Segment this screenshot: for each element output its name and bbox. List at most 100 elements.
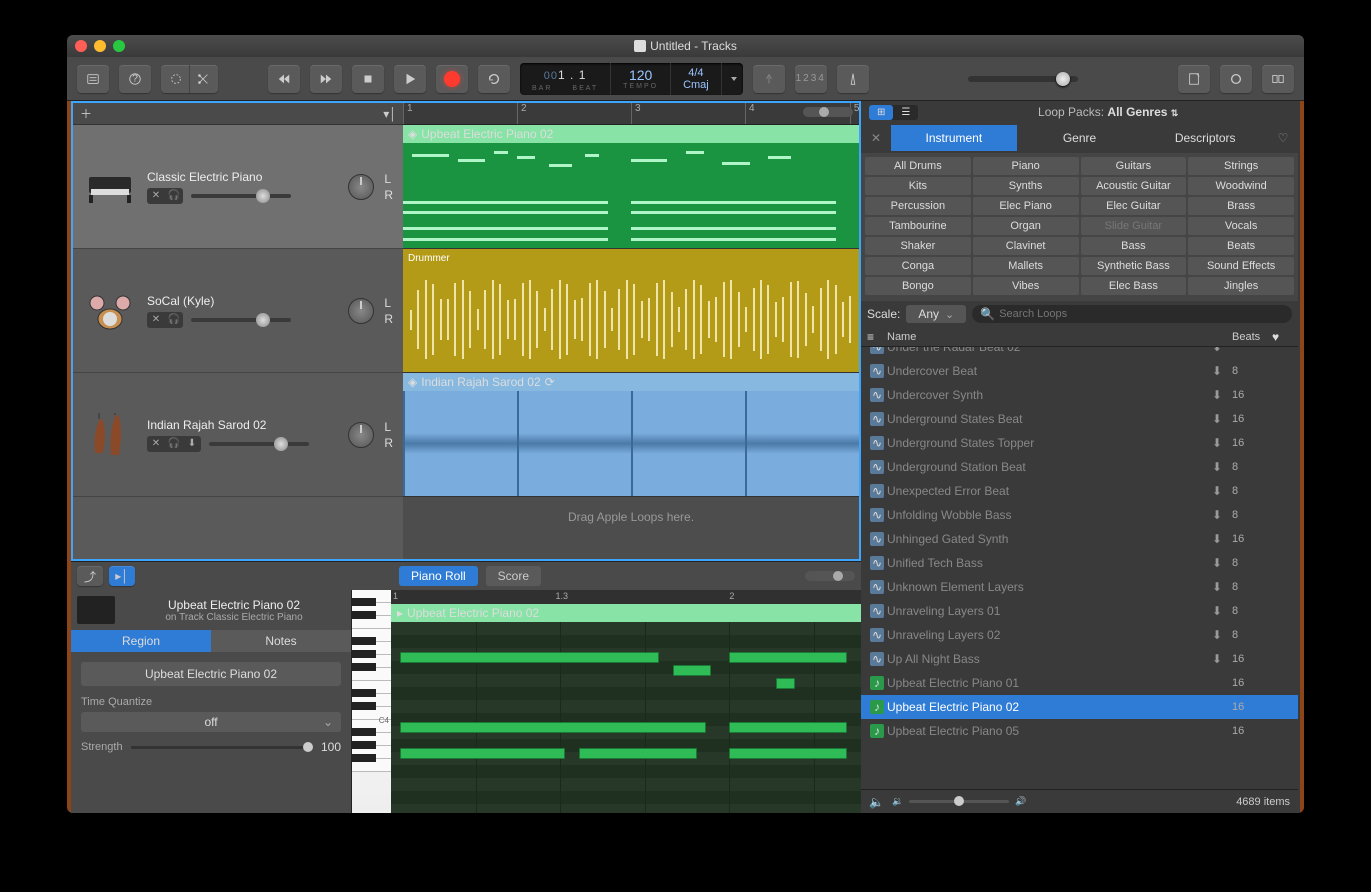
category-button[interactable]: Synthetic Bass bbox=[1081, 257, 1187, 275]
descriptors-tab[interactable]: Descriptors bbox=[1142, 125, 1268, 151]
category-button[interactable]: Brass bbox=[1188, 197, 1294, 215]
loop-row[interactable]: ♪Upbeat Electric Piano 0516 bbox=[861, 719, 1298, 743]
region-name-field[interactable]: Upbeat Electric Piano 02 bbox=[81, 662, 341, 686]
loop-row[interactable]: ∿Underground States Beat⬇16 bbox=[861, 407, 1298, 431]
download-icon[interactable]: ⬇ bbox=[1212, 347, 1232, 354]
track-header-1[interactable]: Classic Electric Piano ✕🎧 LR bbox=[73, 125, 403, 249]
mute-button[interactable]: ✕ bbox=[147, 436, 165, 452]
category-button[interactable]: Shaker bbox=[865, 237, 971, 255]
download-icon[interactable]: ⬇ bbox=[1212, 436, 1232, 450]
category-button[interactable]: Acoustic Guitar bbox=[1081, 177, 1187, 195]
type-column-icon[interactable]: ≡ bbox=[867, 330, 887, 344]
notepad-button[interactable] bbox=[1178, 65, 1210, 93]
piano-keys[interactable]: C4 bbox=[351, 590, 391, 813]
download-icon[interactable]: ⬇ bbox=[1212, 556, 1232, 570]
search-loops-input[interactable]: 🔍 bbox=[972, 305, 1292, 323]
mute-button[interactable]: ✕ bbox=[147, 188, 165, 204]
solo-button[interactable]: 🎧 bbox=[165, 436, 183, 452]
fav-column-icon[interactable]: ♥ bbox=[1272, 330, 1292, 344]
loop-row[interactable]: ∿Unraveling Layers 01⬇8 bbox=[861, 599, 1298, 623]
category-button[interactable]: Clavinet bbox=[973, 237, 1079, 255]
solo-button[interactable]: 🎧 bbox=[165, 312, 183, 328]
track-header-2[interactable]: SoCal (Kyle) ✕🎧 LR bbox=[73, 249, 403, 373]
titlebar[interactable]: Untitled - Tracks bbox=[67, 35, 1304, 57]
rewind-button[interactable] bbox=[268, 65, 300, 93]
category-button[interactable]: Synths bbox=[973, 177, 1079, 195]
loop-row[interactable]: ∿Up All Night Bass⬇16 bbox=[861, 647, 1298, 671]
category-button[interactable]: Percussion bbox=[865, 197, 971, 215]
category-button[interactable]: All Drums bbox=[865, 157, 971, 175]
download-icon[interactable]: ⬇ bbox=[1212, 532, 1232, 546]
play-button[interactable] bbox=[394, 65, 426, 93]
loop-row[interactable]: ∿Undercover Synth⬇16 bbox=[861, 383, 1298, 407]
region-drummer[interactable]: Drummer bbox=[403, 249, 859, 373]
loop-list[interactable]: ∿Under the Radar Beat 02⬇∿Undercover Bea… bbox=[861, 347, 1298, 789]
media-browser-button[interactable] bbox=[1262, 65, 1294, 93]
library-button[interactable] bbox=[77, 65, 109, 93]
loop-row[interactable]: ∿Unexpected Error Beat⬇8 bbox=[861, 479, 1298, 503]
timeline-zoom-slider[interactable] bbox=[803, 107, 853, 117]
track-header-menu[interactable]: ▾│ bbox=[383, 107, 397, 121]
track-header-3[interactable]: Indian Rajah Sarod 02 ✕🎧⬇ LR bbox=[73, 373, 403, 497]
category-button[interactable]: Sound Effects bbox=[1188, 257, 1294, 275]
region-piano[interactable]: ◈Upbeat Electric Piano 02 bbox=[403, 125, 859, 249]
lcd-display[interactable]: 001 . 1BARBEAT 120TEMPO 4/4Cmaj bbox=[520, 63, 743, 95]
record-button[interactable] bbox=[436, 65, 468, 93]
drop-zone[interactable]: Drag Apple Loops here. bbox=[403, 497, 859, 537]
pan-knob[interactable] bbox=[348, 422, 374, 448]
catch-playhead-button[interactable]: ▸│ bbox=[109, 566, 135, 586]
pan-knob[interactable] bbox=[348, 298, 374, 324]
category-button[interactable]: Guitars bbox=[1081, 157, 1187, 175]
cycle-button[interactable] bbox=[478, 65, 510, 93]
ruler[interactable]: 1 2 3 4 5 bbox=[403, 103, 859, 125]
loop-row[interactable]: ∿Unraveling Layers 02⬇8 bbox=[861, 623, 1298, 647]
editors-button[interactable] bbox=[189, 65, 216, 93]
category-button[interactable]: Mallets bbox=[973, 257, 1079, 275]
forward-button[interactable] bbox=[310, 65, 342, 93]
loop-row[interactable]: ∿Unified Tech Bass⬇8 bbox=[861, 551, 1298, 575]
piano-roll-tab[interactable]: Piano Roll bbox=[399, 566, 478, 586]
loop-row[interactable]: ♪Upbeat Electric Piano 0216 bbox=[861, 695, 1298, 719]
timeline[interactable]: 1 2 3 4 5 ◈Upbeat Electric Piano 02 bbox=[403, 103, 859, 559]
column-view-icon[interactable]: ☰ bbox=[893, 105, 918, 120]
category-button[interactable]: Bass bbox=[1081, 237, 1187, 255]
download-icon[interactable]: ⬇ bbox=[1212, 580, 1232, 594]
category-button[interactable]: Elec Guitar bbox=[1081, 197, 1187, 215]
preview-volume-slider[interactable] bbox=[909, 800, 1009, 803]
loop-row[interactable]: ∿Under the Radar Beat 02⬇ bbox=[861, 347, 1298, 359]
name-column[interactable]: Name bbox=[887, 331, 1212, 343]
loop-row[interactable]: ∿Undercover Beat⬇8 bbox=[861, 359, 1298, 383]
quick-help-button[interactable]: ? bbox=[119, 65, 151, 93]
download-icon[interactable]: ⬇ bbox=[1212, 652, 1232, 666]
mute-button[interactable]: ✕ bbox=[147, 312, 165, 328]
track-volume-slider[interactable] bbox=[209, 442, 309, 446]
category-button[interactable]: Conga bbox=[865, 257, 971, 275]
grid-view-icon[interactable]: ⊞ bbox=[869, 105, 893, 120]
loop-row[interactable]: ∿Underground States Topper⬇16 bbox=[861, 431, 1298, 455]
category-button[interactable]: Kits bbox=[865, 177, 971, 195]
input-button[interactable]: ⬇ bbox=[183, 436, 201, 452]
genre-tab[interactable]: Genre bbox=[1017, 125, 1143, 151]
editor-menu-button[interactable]: ⤴ bbox=[77, 566, 103, 586]
metronome-button[interactable] bbox=[837, 65, 869, 93]
download-icon[interactable]: ⬇ bbox=[1212, 364, 1232, 378]
loop-row[interactable]: ∿Underground Station Beat⬇8 bbox=[861, 455, 1298, 479]
scale-select[interactable]: Any bbox=[906, 305, 966, 323]
category-button[interactable]: Vibes bbox=[973, 277, 1079, 295]
pan-knob[interactable] bbox=[348, 174, 374, 200]
loop-browser-button[interactable] bbox=[1220, 65, 1252, 93]
category-button[interactable]: Slide Guitar bbox=[1081, 217, 1187, 235]
loop-row[interactable]: ∿Unknown Element Layers⬇8 bbox=[861, 575, 1298, 599]
loop-row[interactable]: ∿Unhinged Gated Synth⬇16 bbox=[861, 527, 1298, 551]
beats-column[interactable]: Beats bbox=[1232, 331, 1272, 343]
notes-subtab[interactable]: Notes bbox=[211, 630, 351, 652]
category-button[interactable]: Vocals bbox=[1188, 217, 1294, 235]
category-button[interactable]: Bongo bbox=[865, 277, 971, 295]
instrument-tab[interactable]: Instrument bbox=[891, 125, 1017, 151]
time-quantize-select[interactable]: off bbox=[81, 712, 341, 732]
loop-packs-select[interactable]: All Genres ⇅ bbox=[1107, 105, 1178, 119]
download-icon[interactable]: ⬇ bbox=[1212, 604, 1232, 618]
stop-button[interactable] bbox=[352, 65, 384, 93]
category-button[interactable]: Beats bbox=[1188, 237, 1294, 255]
piano-roll[interactable]: 1 1.3 2 ▸Upbeat Electric Piano 02 bbox=[391, 590, 861, 813]
